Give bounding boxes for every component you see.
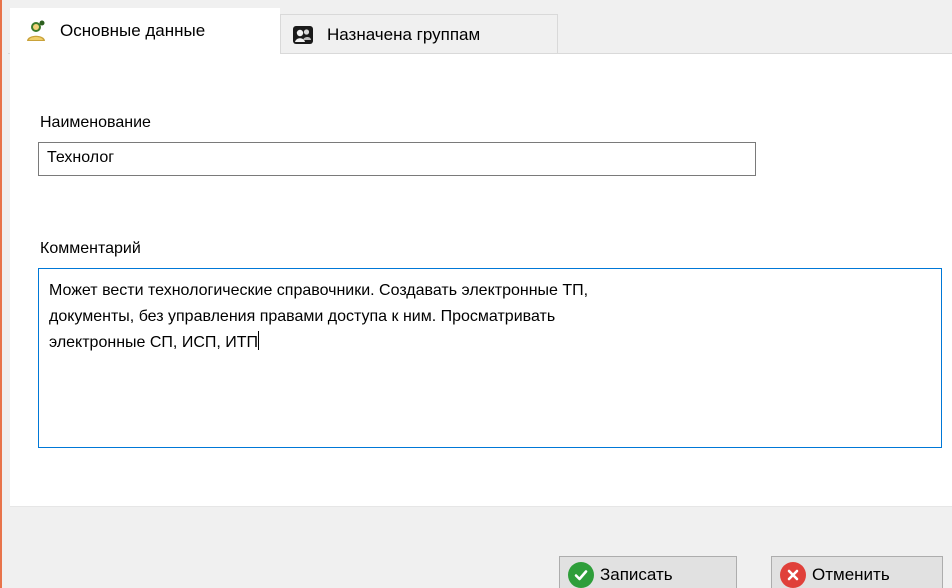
cancel-button[interactable]: Отменить	[771, 556, 943, 588]
comment-label: Комментарий	[40, 240, 141, 257]
tab-main-data[interactable]: Основные данные	[10, 8, 280, 54]
tab-assigned-groups[interactable]: Назначена группам	[280, 14, 558, 54]
name-input[interactable]: Технолог	[38, 142, 756, 176]
comment-text: Может вести технологические справочники.…	[49, 282, 589, 351]
user-settings-icon	[24, 19, 48, 43]
check-circle-icon	[568, 562, 594, 588]
text-caret	[258, 331, 260, 350]
save-button-label: Записать	[600, 565, 673, 584]
cancel-button-label: Отменить	[812, 565, 890, 584]
comment-textarea[interactable]: Может вести технологические справочники.…	[38, 268, 942, 448]
name-label: Наименование	[40, 114, 151, 131]
save-button[interactable]: Записать	[559, 556, 737, 588]
dialog-window: Основные данные Назначена группам Наимен…	[0, 0, 952, 588]
groups-icon	[291, 23, 315, 47]
x-circle-icon	[780, 562, 806, 588]
form-panel: Наименование Технолог Комментарий Может …	[10, 54, 952, 506]
window-border	[0, 0, 2, 588]
tab-assigned-groups-label: Назначена группам	[327, 24, 481, 44]
tab-main-data-label: Основные данные	[60, 21, 206, 40]
